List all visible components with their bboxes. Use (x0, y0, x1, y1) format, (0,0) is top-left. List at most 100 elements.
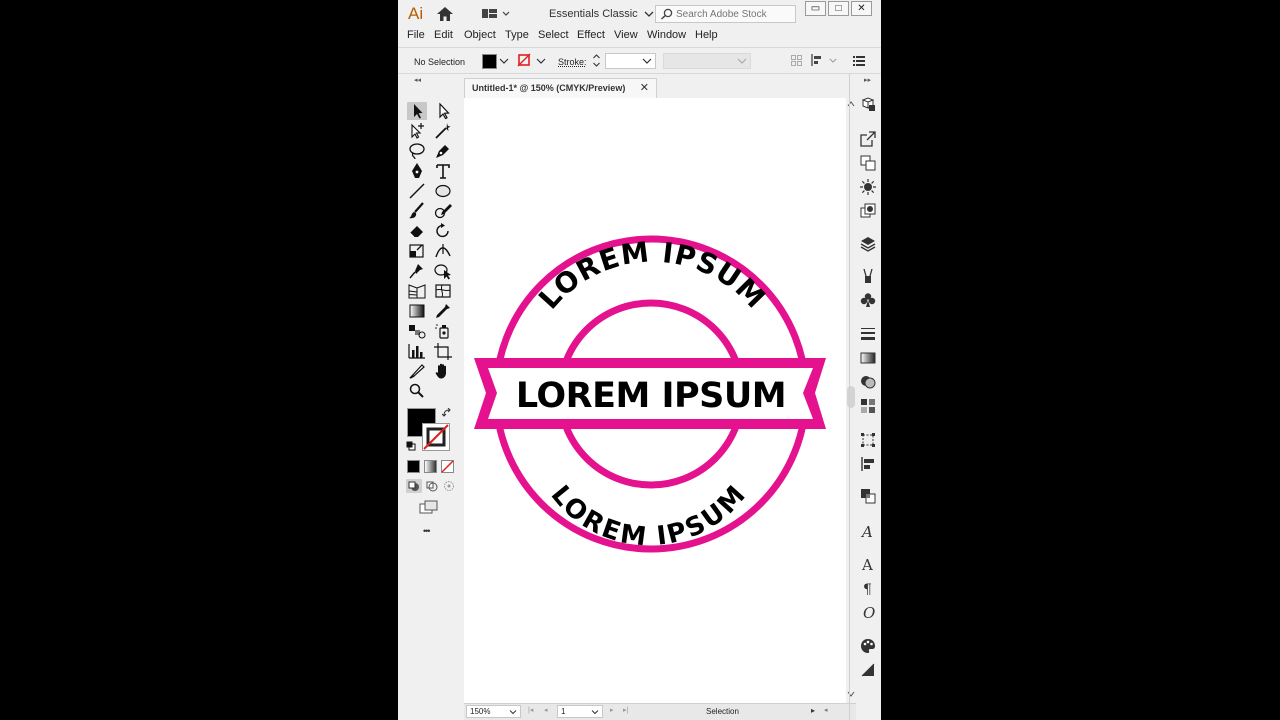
close-window-button[interactable]: ✕ (851, 1, 872, 16)
stroke-panel-button[interactable] (860, 326, 876, 342)
layers-panel-button[interactable] (860, 236, 876, 252)
panel-menu-icon[interactable] (853, 56, 865, 66)
opentype-panel-button[interactable]: O (860, 604, 876, 622)
fill-dropdown-chevron-icon[interactable] (499, 57, 509, 65)
draw-inside-icon[interactable] (441, 479, 457, 493)
menu-object[interactable]: Object (464, 29, 496, 41)
color-guide-panel-button[interactable] (860, 638, 876, 654)
variable-width-profile-dropdown[interactable] (663, 53, 751, 69)
stroke-none-swatch-icon[interactable] (517, 53, 531, 68)
line-segment-tool[interactable] (407, 182, 427, 200)
restore-button[interactable]: □ (828, 1, 849, 16)
scale-tool[interactable] (407, 242, 427, 260)
character-styles-panel-button[interactable]: A (860, 523, 876, 541)
perspective-grid-tool[interactable] (407, 282, 427, 300)
status-menu-arrow-icon[interactable]: ▸ (811, 706, 815, 715)
gradient-tool[interactable] (407, 302, 427, 320)
align-panel-button[interactable] (860, 456, 876, 472)
magic-wand-tool[interactable] (433, 122, 453, 140)
stroke-weight-field[interactable] (605, 53, 656, 69)
width-tool[interactable] (433, 242, 453, 260)
stroke-label[interactable]: Stroke: (558, 57, 587, 67)
document-tab[interactable]: Untitled-1* @ 150% (CMYK/Preview) ✕ (464, 78, 657, 98)
menu-effect[interactable]: Effect (577, 29, 605, 41)
collapse-toolbar-icon[interactable]: ◂◂ (414, 76, 421, 84)
gradient-mode-button[interactable] (424, 460, 437, 473)
shape-builder-tool[interactable] (433, 262, 453, 280)
swap-fill-stroke-icon[interactable] (442, 408, 452, 418)
eraser-tool[interactable] (407, 222, 427, 240)
direct-selection-tool[interactable] (433, 102, 453, 120)
stroke-swatch[interactable] (422, 423, 450, 451)
lasso-tool[interactable] (407, 142, 427, 160)
draw-normal-button[interactable] (406, 479, 422, 493)
brushes-panel-button[interactable] (860, 268, 876, 284)
gradient-panel-button[interactable] (860, 350, 876, 366)
minimize-button[interactable]: ▭ (805, 1, 826, 16)
menu-help[interactable]: Help (695, 29, 718, 41)
artboard-number-field[interactable]: 1 (557, 705, 603, 718)
menu-view[interactable]: View (614, 29, 638, 41)
character-panel-button[interactable]: A (860, 556, 876, 574)
hand-tool[interactable] (433, 362, 453, 380)
workspace-switcher[interactable]: Essentials Classic (549, 8, 654, 20)
stroke-dropdown-chevron-icon[interactable] (536, 57, 546, 65)
stock-search-box[interactable] (655, 5, 796, 23)
swatches-panel-button[interactable] (860, 398, 876, 414)
rotate-tool[interactable] (433, 222, 453, 240)
graphic-styles-panel-button[interactable] (860, 203, 876, 219)
close-document-button[interactable]: ✕ (640, 81, 649, 94)
appearance-panel-button[interactable] (860, 179, 876, 195)
menu-file[interactable]: File (407, 29, 425, 41)
screen-mode-icon[interactable] (419, 500, 439, 514)
artboard-tool[interactable] (433, 342, 453, 360)
current-tool-status[interactable]: Selection (706, 707, 739, 716)
pen-tool[interactable] (407, 162, 427, 180)
stroke-weight-stepper-icon[interactable] (592, 53, 601, 68)
color-mode-button[interactable] (407, 460, 420, 473)
bottom-arc-text[interactable]: LOREM IPSUM (545, 480, 753, 553)
puppet-warp-tool[interactable] (407, 262, 427, 280)
symbols-panel-button[interactable] (860, 292, 876, 308)
next-artboard-icon[interactable]: ▸ (610, 706, 614, 714)
color-panel-button[interactable] (860, 662, 876, 678)
transform-grid-icon[interactable] (791, 55, 802, 66)
badge-artwork[interactable]: LOREM IPSUM LOREM IPSUM LOREM IPSUM (464, 98, 846, 703)
ribbon-text[interactable]: LOREM IPSUM (516, 376, 787, 416)
paintbrush-tool[interactable] (407, 202, 427, 220)
artboard-canvas[interactable]: LOREM IPSUM LOREM IPSUM LOREM IPSUM (464, 98, 846, 703)
column-graph-tool[interactable] (407, 342, 427, 360)
search-input[interactable] (676, 7, 792, 21)
menu-select[interactable]: Select (538, 29, 569, 41)
group-selection-tool[interactable] (407, 122, 427, 140)
menu-edit[interactable]: Edit (434, 29, 453, 41)
libraries-panel-button[interactable] (860, 96, 876, 112)
pathfinder-panel-button[interactable] (860, 488, 876, 504)
none-mode-icon[interactable] (441, 460, 454, 473)
artboards-panel-button[interactable] (860, 155, 876, 171)
home-icon[interactable] (436, 6, 454, 22)
shaper-tool[interactable] (433, 202, 453, 220)
default-fill-stroke-icon[interactable] (406, 441, 416, 451)
menu-window[interactable]: Window (647, 29, 686, 41)
symbol-sprayer-tool[interactable] (433, 322, 453, 340)
chevron-down-icon[interactable] (829, 57, 837, 64)
transparency-panel-button[interactable] (860, 374, 876, 390)
fill-color-swatch[interactable] (482, 54, 497, 69)
curvature-pen-tool[interactable] (433, 142, 453, 160)
mesh-tool[interactable] (433, 282, 453, 300)
asset-export-panel-button[interactable] (860, 131, 876, 147)
transform-panel-button[interactable] (860, 432, 876, 448)
workspace-layout-icon[interactable] (482, 8, 510, 20)
scroll-left-icon[interactable]: ◂ (824, 706, 828, 714)
type-tool[interactable] (433, 162, 453, 180)
paragraph-panel-button[interactable]: ¶ (860, 580, 876, 598)
draw-behind-icon[interactable] (424, 479, 440, 493)
last-artboard-icon[interactable]: ▸| (623, 706, 628, 714)
blend-tool[interactable] (407, 322, 427, 340)
zoom-field[interactable]: 150% (466, 705, 521, 718)
ellipse-tool[interactable] (433, 182, 453, 200)
selection-tool[interactable] (407, 102, 427, 120)
eyedropper-tool[interactable] (433, 302, 453, 320)
edit-toolbar-button[interactable]: ••• (423, 526, 431, 536)
